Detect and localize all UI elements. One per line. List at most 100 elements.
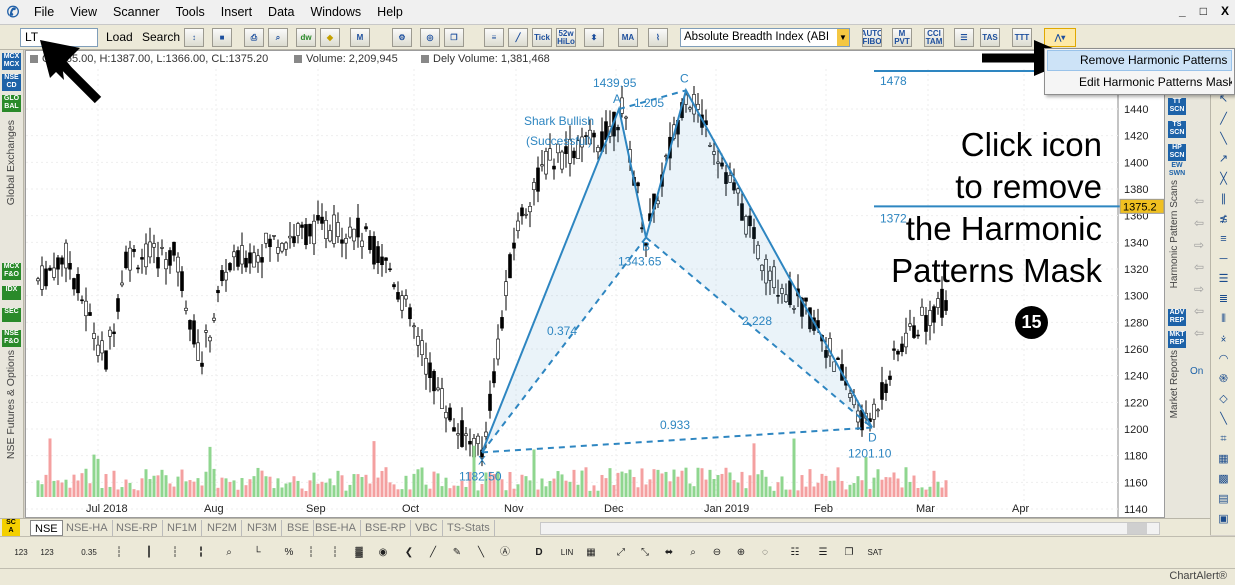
symbol-input[interactable]: LT <box>20 28 98 47</box>
globe-icon[interactable]: ◎ <box>420 28 440 47</box>
load-button[interactable]: Load <box>102 28 137 47</box>
scroll-thumb[interactable] <box>1127 523 1147 534</box>
grid-tool-icon[interactable]: ⌗ <box>1214 430 1233 449</box>
tab-bse-ha[interactable]: BSE-HA <box>311 520 361 536</box>
report-icon[interactable]: ❐ <box>840 544 858 562</box>
menu-insert[interactable]: Insert <box>213 0 260 25</box>
fan-tool-icon[interactable]: ⨰ <box>1214 330 1233 349</box>
on-button[interactable]: On <box>1190 366 1203 377</box>
expand-icon[interactable]: ⤢ <box>612 544 630 562</box>
tab-nse-cd[interactable]: NSE CD <box>2 74 21 91</box>
zoom-in-icon[interactable]: ⊕ <box>732 544 750 562</box>
spiral-tool-icon[interactable]: ֎ <box>1214 370 1233 389</box>
box-tool-icon[interactable]: ▣ <box>1214 510 1233 529</box>
template-icon[interactable]: ☰ <box>814 544 832 562</box>
search-button[interactable]: Search <box>138 28 184 47</box>
save-icon[interactable]: ■ <box>212 28 232 47</box>
cci-tam-icon[interactable]: CCI TAM <box>924 28 944 47</box>
arc-tool-icon[interactable]: ◠ <box>1214 350 1233 369</box>
tab-mcx-fo[interactable]: MCX F&O <box>2 263 21 280</box>
bracket-icon[interactable]: ╲ <box>472 544 490 562</box>
restore-button[interactable]: □ <box>1200 4 1207 18</box>
sat-icon[interactable]: SAT <box>866 544 884 562</box>
sca-icon[interactable]: SC A <box>2 519 20 536</box>
cycle-tool-icon[interactable]: ⦀ <box>1214 310 1233 329</box>
tab-nf1m[interactable]: NF1M <box>163 520 202 536</box>
pencil-icon[interactable]: ✎ <box>448 544 466 562</box>
tab-tt-scn[interactable]: TT SCN <box>1168 98 1186 115</box>
tab-bse[interactable]: BSE <box>283 520 315 536</box>
parallel-tool-icon[interactable]: ∥ <box>1214 190 1233 209</box>
menu-data[interactable]: Data <box>260 0 302 25</box>
shrink-icon[interactable]: └ <box>248 544 266 562</box>
tracker-icon[interactable]: ☰ <box>954 28 974 47</box>
tab-nf2m[interactable]: NF2M <box>203 520 242 536</box>
tab-ew-swn[interactable]: EW SWN <box>1168 162 1186 177</box>
diagonal-tool-icon[interactable]: ╲ <box>1214 410 1233 429</box>
indicator-icon[interactable]: ⬍ <box>584 28 604 47</box>
ttt-icon[interactable]: TTT <box>1012 28 1032 47</box>
menu-windows[interactable]: Windows <box>302 0 369 25</box>
menu-help[interactable]: Help <box>369 0 411 25</box>
fib-tool-icon[interactable]: ☰ <box>1214 270 1233 289</box>
magnify-icon[interactable]: ⌕ <box>220 544 238 562</box>
equi-icon[interactable]: ┆ <box>326 544 344 562</box>
pivot-icon[interactable]: M PVT <box>892 28 912 47</box>
gann-tool-icon[interactable]: ◇ <box>1214 390 1233 409</box>
channel-tool-icon[interactable]: ≡ <box>1214 230 1233 249</box>
layout-icon[interactable]: ☷ <box>786 544 804 562</box>
m-icon[interactable]: M <box>350 28 370 47</box>
grid-icon[interactable]: ▦ <box>582 544 600 562</box>
lin-scale-button[interactable]: LIN <box>556 544 578 562</box>
remove-harmonic-mask-item[interactable]: Remove Harmonic Patterns Mask <box>1047 50 1232 71</box>
tab-nse-fo[interactable]: NSE F&O <box>2 330 21 347</box>
menu-file[interactable]: File <box>26 0 62 25</box>
connect-icon[interactable]: ⚙ <box>392 28 412 47</box>
zigzag-icon[interactable]: ⌇ <box>648 28 668 47</box>
square-tool-icon[interactable]: ▦ <box>1214 450 1233 469</box>
horizontal-scrollbar[interactable] <box>540 522 1160 535</box>
chart-type-icon[interactable]: ↕ <box>184 28 204 47</box>
tas-icon[interactable]: TAS <box>980 28 1000 47</box>
tab-nse-rp[interactable]: NSE-RP <box>112 520 163 536</box>
tab-ts-scn[interactable]: TS SCN <box>1168 121 1186 138</box>
close-button[interactable]: X <box>1221 4 1229 18</box>
back-icon[interactable]: ❮ <box>400 544 418 562</box>
print-icon[interactable]: ⎙ <box>244 28 264 47</box>
tab-hp-scn[interactable]: HP SCN <box>1168 144 1186 161</box>
fork-tool-icon[interactable]: ≴ <box>1214 210 1233 229</box>
bars-icon[interactable]: ≡ <box>484 28 504 47</box>
copy-icon[interactable]: ❐ <box>444 28 464 47</box>
menu-scanner[interactable]: Scanner <box>105 0 168 25</box>
hline-tool-icon[interactable]: ─ <box>1214 250 1233 269</box>
tab-nf3m[interactable]: NF3M <box>243 520 282 536</box>
count-icon[interactable]: 123 <box>12 544 30 562</box>
refresh-icon[interactable]: ◌ <box>756 544 774 562</box>
grid2-tool-icon[interactable]: ▩ <box>1214 470 1233 489</box>
compare-icon[interactable]: ┆ <box>302 544 320 562</box>
tab-bse-rp[interactable]: BSE-RP <box>361 520 411 536</box>
ratio-icon[interactable]: 0.35 <box>80 544 98 562</box>
cross-sl-tool-icon[interactable]: ╳ <box>1214 170 1233 189</box>
tab-nse-ha[interactable]: NSE-HA <box>62 520 113 536</box>
dw-icon[interactable]: dw <box>296 28 316 47</box>
wave-icon[interactable]: ╱ <box>424 544 442 562</box>
tab-mkt-rep[interactable]: MKT REP <box>1168 331 1186 348</box>
menu-view[interactable]: View <box>62 0 105 25</box>
tab-mcx[interactable]: MCX MCX <box>2 53 21 70</box>
harmonic-pattern-icon[interactable]: ⋀▾ <box>1044 28 1076 47</box>
chevron-down-icon[interactable]: ▼ <box>837 29 849 46</box>
count-alt-icon[interactable]: 123 <box>38 544 56 562</box>
tab-nse[interactable]: NSE <box>30 520 63 536</box>
arrow-up-tool-icon[interactable]: ↗ <box>1214 150 1233 169</box>
indicator-select[interactable]: Absolute Breadth Index (ABI ▼ <box>680 28 850 47</box>
tab-adv-rep[interactable]: ADV REP <box>1168 309 1186 326</box>
tab-ts-stats[interactable]: TS-Stats <box>443 520 495 536</box>
line-sl-tool-icon[interactable]: ╲ <box>1214 130 1233 149</box>
tab-idx[interactable]: IDX <box>2 286 21 300</box>
zoom-out-icon[interactable]: ⊖ <box>708 544 726 562</box>
d-icon[interactable]: D <box>530 544 548 562</box>
minimize-button[interactable]: _ <box>1179 4 1186 18</box>
percent-icon[interactable]: % <box>280 544 298 562</box>
table-tool-icon[interactable]: ▤ <box>1214 490 1233 509</box>
